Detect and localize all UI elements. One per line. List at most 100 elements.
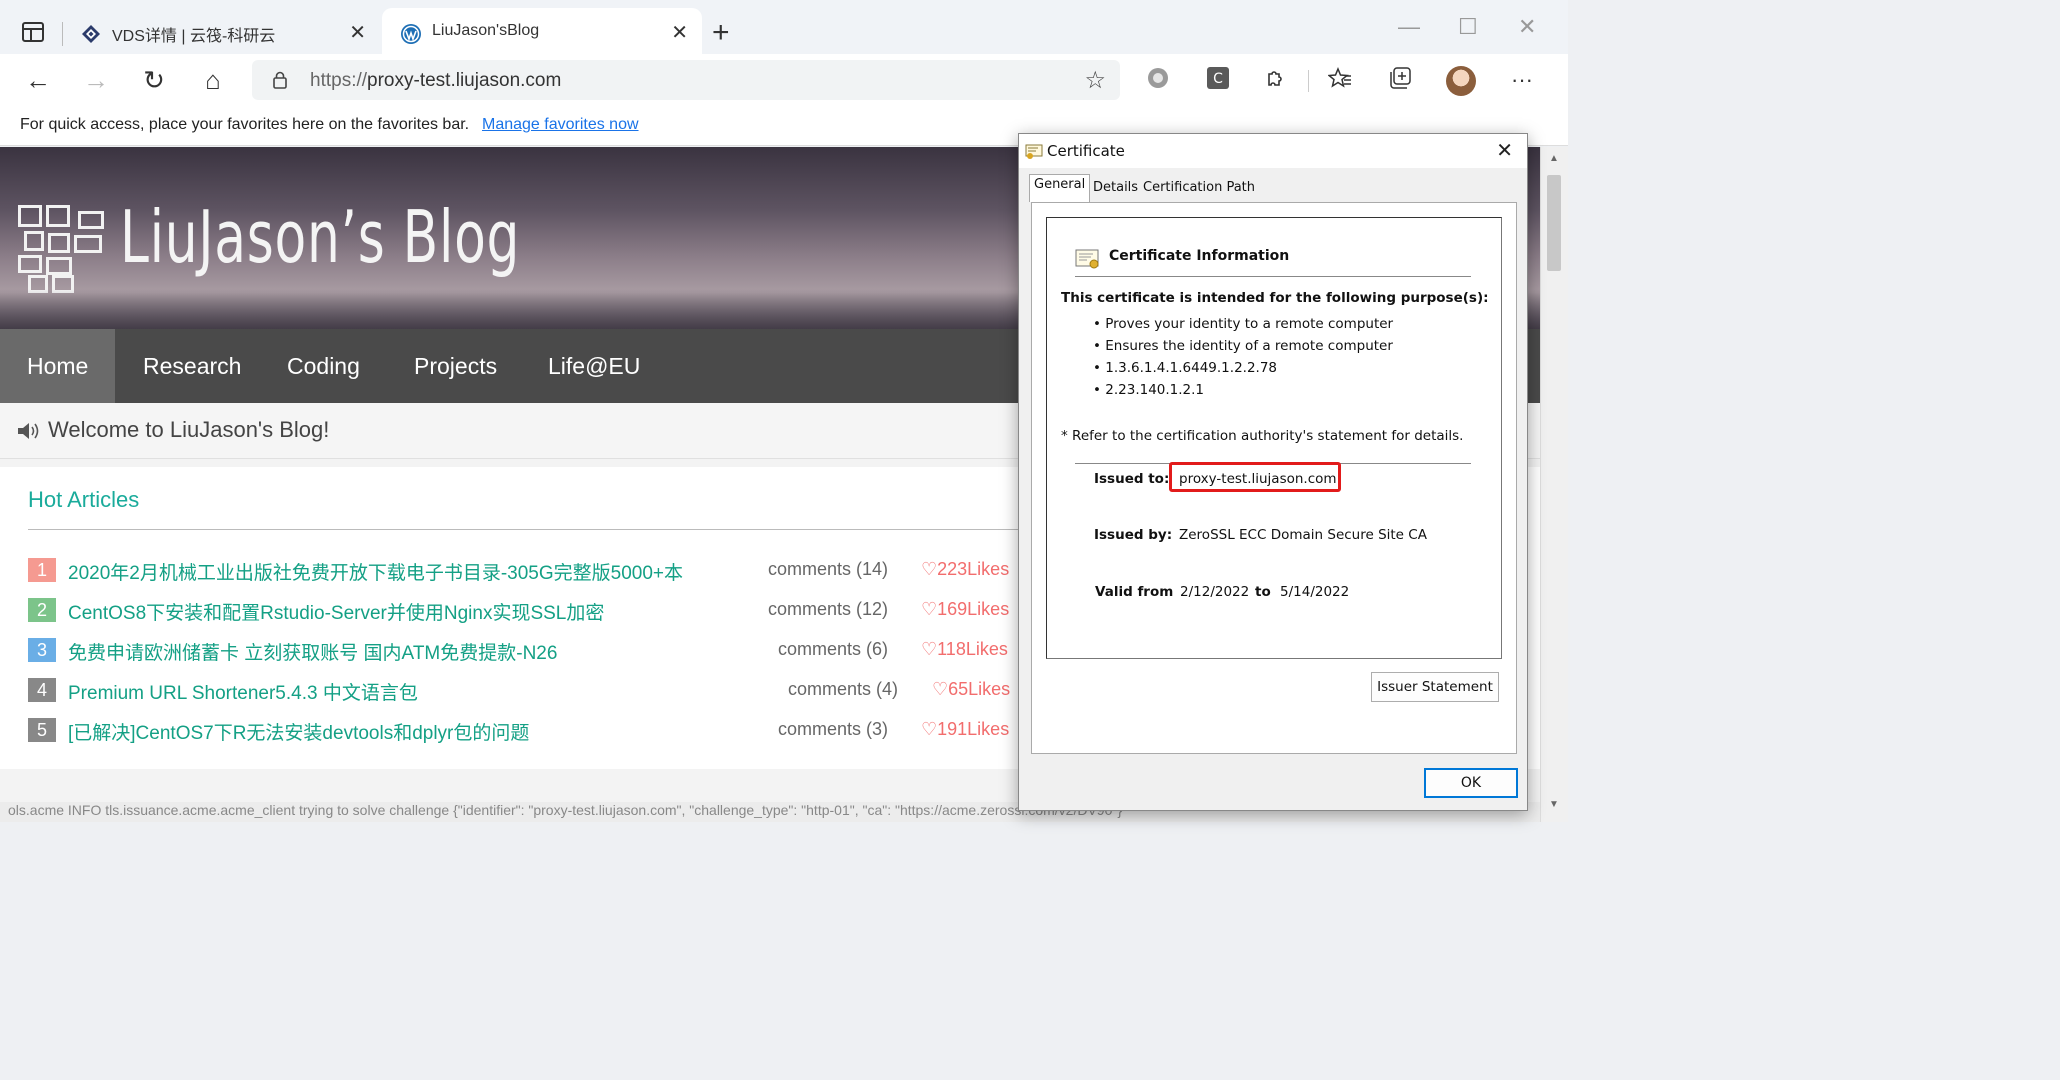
favorites-icon[interactable]	[1326, 66, 1354, 94]
like-count[interactable]: ♡65Likes	[932, 679, 1010, 700]
back-icon[interactable]: ←	[20, 62, 56, 98]
article-link[interactable]: CentOS8下安装和配置Rstudio-Server并使用Nginx实现SSL…	[68, 598, 604, 625]
welcome-text: Welcome to LiuJason's Blog!	[48, 417, 330, 442]
speaker-icon	[18, 423, 39, 439]
list-item: 3 免费申请欧洲储蓄卡 立刻获取账号 国内ATM免费提款-N26 comment…	[28, 636, 1028, 666]
favorites-bar-hint: For quick access, place your favorites h…	[20, 116, 470, 133]
like-count[interactable]: ♡169Likes	[921, 599, 1009, 620]
ok-button[interactable]: OK	[1424, 768, 1518, 798]
nav-research[interactable]: Research	[116, 329, 268, 403]
tab-title: VDS详情 | 云筏-科研云	[112, 28, 276, 45]
avatar[interactable]	[1446, 66, 1476, 96]
wordpress-icon	[401, 24, 421, 44]
purpose-heading: This certificate is intended for the fol…	[1061, 290, 1489, 306]
scroll-up-icon[interactable]: ▲	[1549, 153, 1559, 164]
url-protocol: https://	[310, 70, 368, 91]
like-count[interactable]: ♡118Likes	[921, 639, 1008, 660]
browser-toolbar: ← → ↻ ⌂ https://proxy-test.liujason.com …	[0, 54, 1568, 106]
like-count[interactable]: ♡191Likes	[921, 719, 1009, 740]
comment-count[interactable]: comments (3)	[778, 719, 888, 740]
divider	[28, 529, 1028, 530]
puzzle-icon[interactable]	[1262, 66, 1290, 94]
list-item: 2 CentOS8下安装和配置Rstudio-Server并使用Nginx实现S…	[28, 596, 1028, 626]
issued-to-label: Issued to:	[1094, 471, 1170, 487]
certificate-icon	[1025, 144, 1043, 159]
article-link[interactable]: Premium URL Shortener5.4.3 中文语言包	[68, 678, 418, 705]
comment-count[interactable]: comments (14)	[768, 559, 888, 580]
url-host: proxy-test.liujason.com	[367, 70, 562, 91]
tab-title: LiuJason'sBlog	[432, 22, 540, 39]
article-link[interactable]: [已解决]CentOS7下R无法安装devtools和dplyr包的问题	[68, 718, 529, 745]
more-icon[interactable]: ···	[1508, 66, 1536, 94]
refer-note: * Refer to the certification authority's…	[1061, 428, 1464, 444]
extension-circle-icon[interactable]	[1144, 66, 1172, 94]
article-link[interactable]: 免费申请欧洲储蓄卡 立刻获取账号 国内ATM免费提款-N26	[68, 638, 557, 665]
tab-certification-path[interactable]: Certification Path	[1139, 178, 1259, 200]
valid-from-value: 2/12/2022	[1180, 584, 1250, 600]
nav-life-eu[interactable]: Life@EU	[521, 329, 667, 403]
purpose-item: • Proves your identity to a remote compu…	[1093, 316, 1394, 332]
issuer-statement-button[interactable]: Issuer Statement	[1371, 672, 1499, 702]
manage-favorites-link[interactable]: Manage favorites now	[482, 116, 639, 134]
comment-count[interactable]: comments (12)	[768, 599, 888, 620]
valid-from-label: Valid from	[1095, 584, 1174, 600]
valid-to-label: to	[1255, 584, 1271, 600]
issued-by-label: Issued by:	[1094, 527, 1173, 543]
comment-count[interactable]: comments (4)	[788, 679, 898, 700]
scroll-down-icon[interactable]: ▼	[1549, 799, 1559, 810]
list-item: 1 2020年2月机械工业出版社免费开放下载电子书目录-305G完整版5000+…	[28, 556, 1028, 586]
address-bar[interactable]: https://proxy-test.liujason.com ☆	[252, 60, 1120, 100]
url-text[interactable]: https://proxy-test.liujason.com	[310, 70, 561, 92]
forward-icon[interactable]: →	[78, 62, 114, 98]
tab-actions-icon[interactable]	[22, 22, 44, 42]
rank-badge: 1	[28, 558, 56, 582]
lock-icon[interactable]	[272, 71, 288, 89]
issued-to-value: proxy-test.liujason.com	[1179, 471, 1337, 487]
blog-title[interactable]: LiuJason’s Blog	[120, 195, 520, 279]
tab-close-icon[interactable]: ✕	[349, 20, 366, 45]
nav-coding[interactable]: Coding	[260, 329, 387, 403]
yunfa-favicon-icon	[82, 25, 100, 43]
certificate-heading: Certificate Information	[1109, 248, 1290, 264]
rank-badge: 4	[28, 678, 56, 702]
blog-logo-icon[interactable]	[18, 205, 104, 293]
purpose-item: • Ensures the identity of a remote compu…	[1093, 338, 1393, 354]
valid-to-value: 5/14/2022	[1280, 584, 1350, 600]
purpose-item: • 1.3.6.1.4.1.6449.1.2.2.78	[1093, 360, 1278, 376]
tab-bar: VDS详情 | 云筏-科研云 ✕ LiuJason'sBlog ✕ + — ☐ …	[0, 0, 1568, 62]
page-scrollbar[interactable]: ▲ ▼	[1540, 147, 1568, 822]
extension-c-icon[interactable]: C	[1204, 66, 1232, 94]
close-window-icon[interactable]: ✕	[1518, 14, 1536, 40]
dialog-title: Certificate	[1047, 142, 1125, 160]
issued-by-value: ZeroSSL ECC Domain Secure Site CA	[1179, 527, 1427, 543]
comment-count[interactable]: comments (6)	[778, 639, 888, 660]
close-icon[interactable]: ✕	[1496, 138, 1513, 162]
refresh-icon[interactable]: ↻	[136, 62, 172, 98]
tab-details[interactable]: Details	[1089, 178, 1142, 200]
toolbar-separator	[1308, 70, 1309, 92]
certificate-info-box: Certificate Information This certificate…	[1046, 217, 1502, 659]
nav-home[interactable]: Home	[0, 329, 116, 403]
collections-icon[interactable]	[1386, 66, 1414, 94]
maximize-icon[interactable]: ☐	[1458, 14, 1478, 40]
add-favorite-icon[interactable]: ☆	[1084, 66, 1106, 95]
like-count[interactable]: ♡223Likes	[921, 559, 1009, 580]
article-link[interactable]: 2020年2月机械工业出版社免费开放下载电子书目录-305G完整版5000+本	[68, 558, 683, 585]
hot-articles-title: Hot Articles	[28, 487, 140, 512]
nav-projects[interactable]: Projects	[387, 329, 524, 403]
purpose-item: • 2.23.140.1.2.1	[1093, 382, 1205, 398]
scroll-thumb[interactable]	[1547, 175, 1561, 271]
tab-close-icon[interactable]: ✕	[671, 20, 688, 45]
certificate-info-icon	[1075, 249, 1099, 269]
list-item: 4 Premium URL Shortener5.4.3 中文语言包 comme…	[28, 676, 1028, 706]
tab-general[interactable]: General	[1029, 174, 1091, 202]
svg-text:C: C	[1213, 71, 1223, 87]
divider	[1075, 276, 1471, 277]
rank-badge: 5	[28, 718, 56, 742]
list-item: 5 [已解决]CentOS7下R无法安装devtools和dplyr包的问题 c…	[28, 716, 1028, 746]
dialog-titlebar[interactable]: Certificate ✕	[1019, 134, 1527, 168]
new-tab-button[interactable]: +	[712, 16, 730, 50]
home-icon[interactable]: ⌂	[195, 62, 231, 98]
minimize-icon[interactable]: —	[1398, 14, 1420, 40]
certificate-dialog: Certificate ✕ General Details Certificat…	[1018, 133, 1528, 811]
